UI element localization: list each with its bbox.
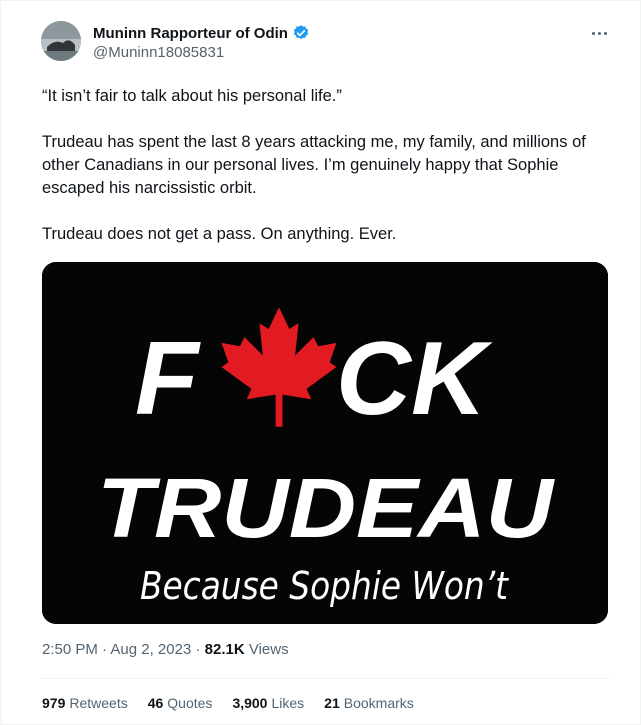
- views-count: 82.1K: [204, 641, 245, 658]
- quotes-count: 46: [147, 695, 164, 711]
- views-label: Views: [248, 641, 289, 658]
- more-dot-icon: [603, 31, 607, 35]
- likes-stat[interactable]: 3,900 Likes: [232, 695, 304, 711]
- bookmarks-stat[interactable]: 21 Bookmarks: [324, 695, 414, 711]
- quotes-label: Quotes: [167, 695, 213, 711]
- meta-separator: ·: [195, 641, 201, 658]
- quotes-stat[interactable]: 46 Quotes: [148, 695, 213, 711]
- retweets-count: 979: [42, 695, 66, 711]
- avatar-image: [41, 21, 81, 61]
- media-text-ck: CK: [336, 321, 493, 437]
- verified-badge-icon: [293, 25, 309, 40]
- meta-separator: ·: [102, 641, 108, 658]
- more-dot-icon: [597, 31, 601, 35]
- likes-label: Likes: [271, 695, 305, 711]
- bookmarks-label: Bookmarks: [343, 695, 414, 711]
- author-handle[interactable]: @Muninn18085831: [93, 44, 224, 61]
- tweet-paragraph: Trudeau has spent the last 8 years attac…: [42, 133, 586, 197]
- tweet-time[interactable]: 2:50 PM: [42, 641, 98, 658]
- media-text-caption: Because Sophie Won’t: [140, 564, 510, 608]
- retweets-stat[interactable]: 979 Retweets: [42, 695, 128, 711]
- tweet-meta: 2:50 PM · Aug 2, 2023 · 82.1K Views: [42, 641, 289, 658]
- more-options-button[interactable]: [587, 23, 611, 43]
- tweet-media-image[interactable]: F CK TRUDEAU Because Sophie Won’t: [42, 262, 608, 624]
- tweet-card: Muninn Rapporteur of Odin @Muninn1808583…: [0, 0, 641, 725]
- bookmarks-count: 21: [324, 695, 340, 711]
- author-name-row[interactable]: Muninn Rapporteur of Odin: [93, 24, 310, 42]
- tweet-stats: 979 Retweets 46 Quotes 3,900 Likes 21 Bookma…: [42, 695, 414, 711]
- media-text-trudeau: TRUDEAU: [97, 461, 556, 555]
- divider: [41, 678, 611, 679]
- tweet-paragraph: Trudeau does not get a pass. On anything…: [42, 225, 397, 243]
- more-dot-icon: [591, 31, 595, 35]
- media-text-f: F: [135, 321, 201, 437]
- media-graphic: F CK TRUDEAU Because Sophie Won’t: [42, 262, 608, 624]
- retweets-label: Retweets: [69, 695, 128, 711]
- likes-count: 3,900: [232, 695, 268, 711]
- tweet-quote: “It isn’t fair to talk about his persona…: [42, 87, 342, 105]
- avatar[interactable]: [41, 21, 81, 61]
- tweet-date[interactable]: Aug 2, 2023: [110, 641, 191, 658]
- tweet-text: “It isn’t fair to talk about his persona…: [42, 85, 612, 269]
- author-name[interactable]: Muninn Rapporteur of Odin: [93, 25, 288, 42]
